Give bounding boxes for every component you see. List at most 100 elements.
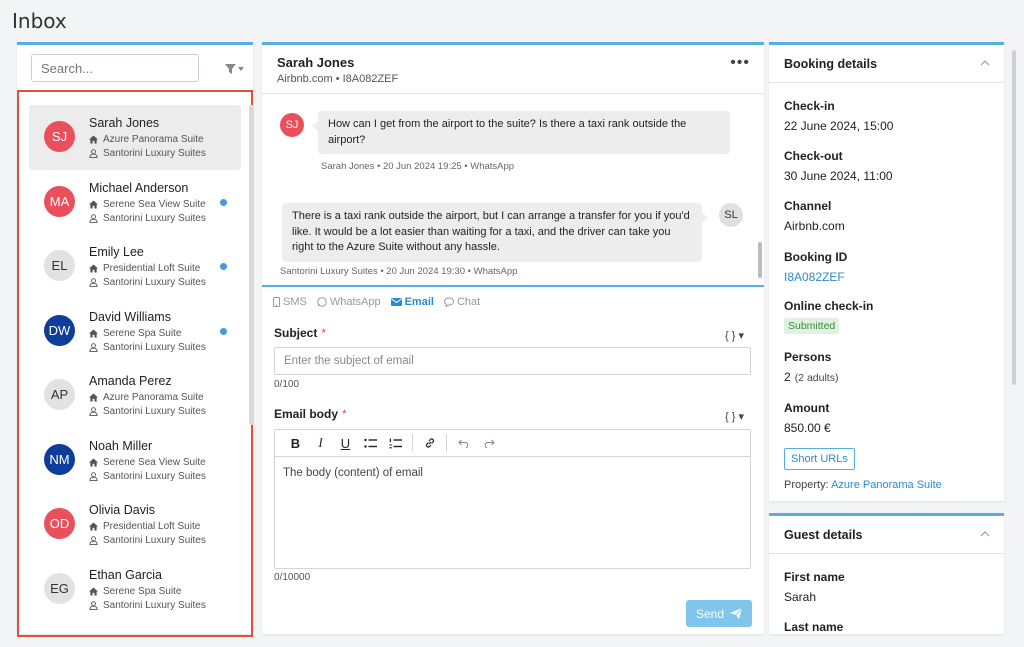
- link-icon: [425, 438, 434, 448]
- toolbar-separator: [446, 434, 447, 452]
- search-input[interactable]: [31, 54, 199, 82]
- guest-details-title: Guest details: [784, 528, 863, 542]
- subject-label-text: Subject: [274, 326, 318, 340]
- guest-avatar: SJ: [280, 113, 304, 137]
- contact-item[interactable]: NM Noah Miller Serene Sea View Suite Santor…: [29, 428, 241, 493]
- contact-property: Santorini Luxury Suites: [89, 213, 206, 224]
- booking-id-label: Booking ID: [784, 250, 848, 264]
- person-icon: [89, 149, 98, 158]
- host-avatar: SL: [719, 203, 743, 227]
- unread-indicator: [220, 327, 227, 335]
- contact-room-label: Serene Sea View Suite: [103, 456, 206, 468]
- contact-room-label: Azure Panorama Suite: [103, 392, 204, 403]
- contact-name: Amanda Perez: [89, 374, 172, 388]
- unread-indicator: [220, 263, 227, 270]
- bullet-list-icon: [364, 438, 377, 448]
- unread-indicator: [220, 198, 227, 206]
- avatar: EG: [44, 572, 75, 604]
- contact-name: Ethan Garcia: [89, 567, 162, 582]
- persons-breakdown: (2 adults): [794, 372, 839, 384]
- conversation-header: Sarah Jones Airbnb.com • I8A082ZEF: [277, 55, 398, 85]
- tab-whatsapp[interactable]: WhatsApp: [317, 296, 381, 308]
- short-urls-button[interactable]: Short URLs: [784, 448, 855, 470]
- person-icon: [89, 600, 98, 610]
- booking-header-divider: [769, 82, 1004, 83]
- person-icon: [89, 342, 98, 352]
- underline-button[interactable]: U: [333, 432, 358, 454]
- messages-scrollbar[interactable]: [758, 242, 762, 278]
- whatsapp-icon: [317, 297, 327, 307]
- contact-property-label: Santorini Luxury Suites: [103, 212, 206, 224]
- house-icon: [89, 586, 98, 596]
- house-icon: [89, 393, 98, 402]
- contact-property-label: Santorini Luxury Suites: [103, 470, 206, 482]
- link-button[interactable]: [417, 432, 442, 454]
- italic-button[interactable]: I: [308, 432, 333, 454]
- filter-button[interactable]: [221, 58, 247, 80]
- contact-room: Serene Sea View Suite: [89, 457, 206, 468]
- house-icon: [89, 522, 98, 531]
- send-button[interactable]: Send: [686, 600, 752, 627]
- contact-property: Santorini Luxury Suites: [89, 600, 206, 611]
- house-icon: [89, 199, 98, 209]
- avatar: MA: [44, 185, 75, 217]
- amount-value: 850.00 €: [784, 421, 831, 435]
- contact-item[interactable]: EG Ethan Garcia Serene Spa Suite Santorini …: [29, 557, 241, 622]
- required-marker: *: [342, 407, 347, 421]
- avatar: DW: [44, 314, 75, 346]
- page-scrollbar[interactable]: [1012, 50, 1016, 385]
- booking-id-link[interactable]: I8A082ZEF: [784, 270, 845, 284]
- outgoing-message-meta: Santorini Luxury Suites • 20 Jun 2024 19…: [280, 266, 518, 277]
- contact-room: Serene Sea View Suite: [89, 199, 206, 210]
- tab-chat[interactable]: Chat: [443, 296, 480, 308]
- toolbar-separator: [412, 434, 413, 452]
- numbered-list-button[interactable]: [383, 432, 408, 454]
- undo-button[interactable]: [451, 432, 476, 454]
- editor-toolbar: B I U: [275, 430, 750, 457]
- avatar: EL: [44, 250, 75, 281]
- email-body-input[interactable]: The body (content) of email: [275, 457, 750, 489]
- redo-button[interactable]: [476, 432, 501, 454]
- search-row: [31, 54, 253, 84]
- chevron-up-icon[interactable]: [980, 60, 990, 66]
- more-options-icon[interactable]: •••: [730, 55, 750, 71]
- contact-property: Santorini Luxury Suites: [89, 277, 206, 288]
- chevron-up-icon[interactable]: [980, 531, 990, 537]
- contact-property: Santorini Luxury Suites: [89, 342, 206, 353]
- contact-item[interactable]: AP Amanda Perez Azure Panorama Suite Santor…: [29, 363, 241, 428]
- contact-item[interactable]: OD Olivia Davis Presidential Loft Suite San…: [29, 492, 241, 557]
- bold-button[interactable]: B: [283, 432, 308, 454]
- contact-name: Noah Miller: [89, 438, 153, 453]
- person-icon: [89, 471, 98, 481]
- contact-room-label: Serene Sea View Suite: [103, 198, 206, 210]
- last-name-label: Last name: [784, 620, 844, 634]
- body-variables-button[interactable]: { } ▾: [725, 410, 744, 423]
- incoming-message: How can I get from the airport to the su…: [312, 111, 730, 154]
- contact-item[interactable]: EL Emily Lee Presidential Loft Suite Santor…: [29, 234, 241, 299]
- property-label: Property:: [784, 479, 829, 491]
- contact-item[interactable]: SJ Sarah Jones Azure Panorama Suite Santori…: [29, 105, 241, 170]
- outgoing-message: There is a taxi rank outside the airport…: [282, 203, 708, 262]
- envelope-icon: [390, 298, 402, 306]
- house-icon: [89, 135, 98, 144]
- bullet-list-button[interactable]: [358, 432, 383, 454]
- contacts-scrollbar[interactable]: [249, 105, 254, 425]
- conversation-guest-name: Sarah Jones: [277, 55, 355, 70]
- subject-variables-button[interactable]: { } ▾: [725, 329, 744, 342]
- contact-room: Presidential Loft Suite: [89, 263, 200, 274]
- tab-email[interactable]: Email: [390, 296, 434, 308]
- property-line: Property: Azure Panorama Suite: [784, 479, 942, 491]
- contact-property-label: Santorini Luxury Suites: [103, 406, 206, 417]
- tab-sms[interactable]: SMS: [273, 296, 307, 308]
- contact-room: Azure Panorama Suite: [89, 134, 204, 145]
- contact-item[interactable]: MA Michael Anderson Serene Sea View Suite S…: [29, 170, 241, 235]
- contact-room-label: Azure Panorama Suite: [103, 134, 204, 145]
- contact-room: Serene Spa Suite: [89, 586, 181, 597]
- contact-item[interactable]: DW David Williams Serene Spa Suite Santorin…: [29, 299, 241, 364]
- contact-room-label: Serene Spa Suite: [103, 327, 182, 339]
- subject-input[interactable]: [274, 347, 751, 375]
- property-link[interactable]: Azure Panorama Suite: [831, 479, 942, 491]
- house-icon: [89, 328, 98, 338]
- first-name-value: Sarah: [784, 590, 817, 604]
- compose-divider: [262, 285, 764, 287]
